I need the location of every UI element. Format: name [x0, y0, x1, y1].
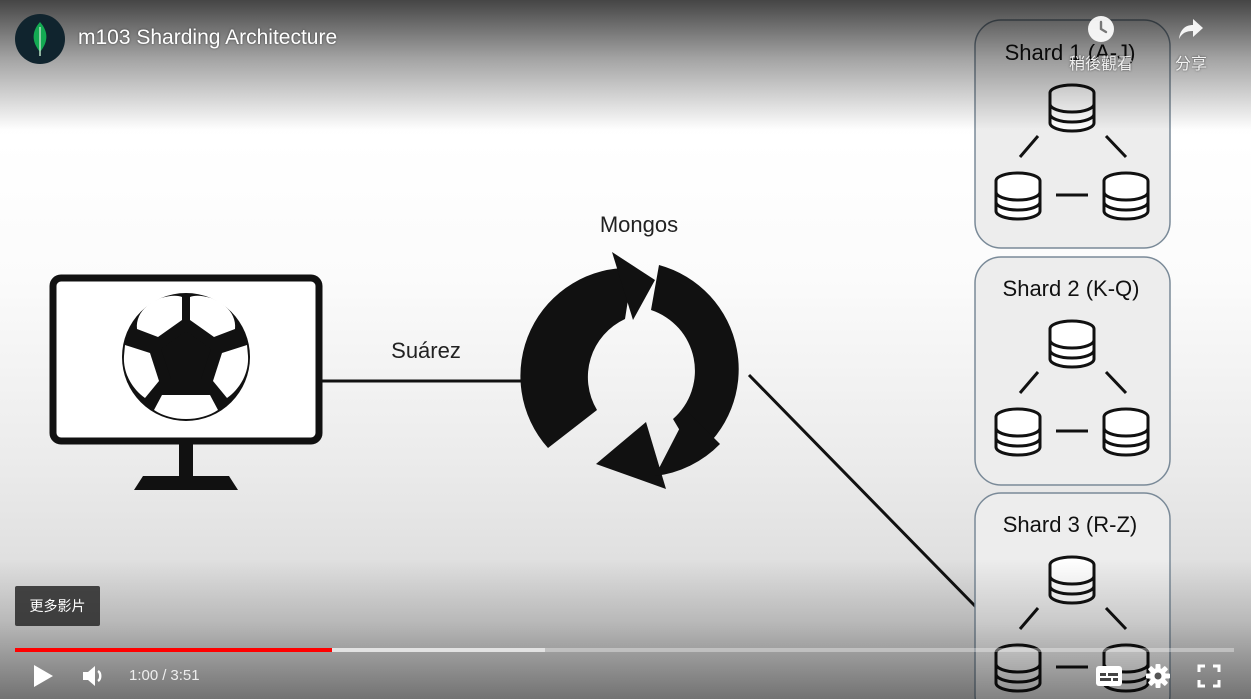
volume-button[interactable]: [80, 663, 108, 694]
mongos-to-shard3-line: [747, 373, 978, 609]
video-frame: Mongos Suárez Shard 1 (A-J) Shard 2 (K-Q…: [49, 19, 1171, 699]
subtitles-button[interactable]: [1095, 664, 1123, 693]
shard-3: Shard 3 (R-Z): [974, 492, 1171, 699]
shard-2: Shard 2 (K-Q): [974, 256, 1171, 486]
channel-avatar[interactable]: [15, 14, 65, 64]
secondary-database-icon: [1102, 171, 1150, 221]
client-computer: [49, 274, 323, 490]
share-label: 分享: [1174, 56, 1207, 73]
share-arrow-icon: [1179, 19, 1203, 39]
fullscreen-button[interactable]: [1196, 663, 1222, 694]
play-button[interactable]: [30, 662, 56, 695]
clock-icon: [1088, 16, 1114, 42]
shard-2-label: Shard 2 (K-Q): [1003, 276, 1140, 301]
secondary-database-icon: [994, 407, 1042, 457]
video-player[interactable]: Mongos Suárez Shard 1 (A-J) Shard 2 (K-Q…: [0, 0, 1251, 699]
video-title[interactable]: m103 Sharding Architecture: [78, 26, 337, 50]
shard-3-label: Shard 3 (R-Z): [1003, 512, 1137, 537]
current-time: 1:00: [129, 667, 159, 684]
primary-database-icon: [1048, 555, 1096, 605]
secondary-database-icon: [1102, 407, 1150, 457]
subtitles-icon: [1096, 666, 1122, 686]
primary-database-icon: [1048, 319, 1096, 369]
query-label: Suárez: [391, 338, 461, 363]
play-icon: [34, 665, 53, 687]
primary-database-icon: [1048, 83, 1096, 133]
gear-icon: [1146, 664, 1170, 688]
progress-bar[interactable]: [15, 648, 1234, 652]
watch-later-button[interactable]: 稍後觀看: [1064, 14, 1138, 74]
watch-later-label: 稍後觀看: [1068, 56, 1133, 73]
more-videos-button[interactable]: 更多影片: [15, 586, 100, 626]
volume-icon: [83, 666, 102, 686]
mongos-label: Mongos: [600, 212, 678, 237]
mongos-router-icon: [520, 252, 739, 489]
soccer-ball-icon: [122, 293, 250, 421]
fullscreen-icon: [1197, 664, 1221, 688]
settings-button[interactable]: [1145, 663, 1171, 694]
share-button[interactable]: 分享: [1154, 14, 1228, 74]
progress-played: [15, 648, 332, 652]
time-separator: /: [162, 667, 167, 684]
mongodb-leaf-icon: [33, 22, 47, 56]
secondary-database-icon: [994, 171, 1042, 221]
duration: 3:51: [170, 667, 200, 684]
time-display: 1:00/3:51: [129, 667, 200, 684]
